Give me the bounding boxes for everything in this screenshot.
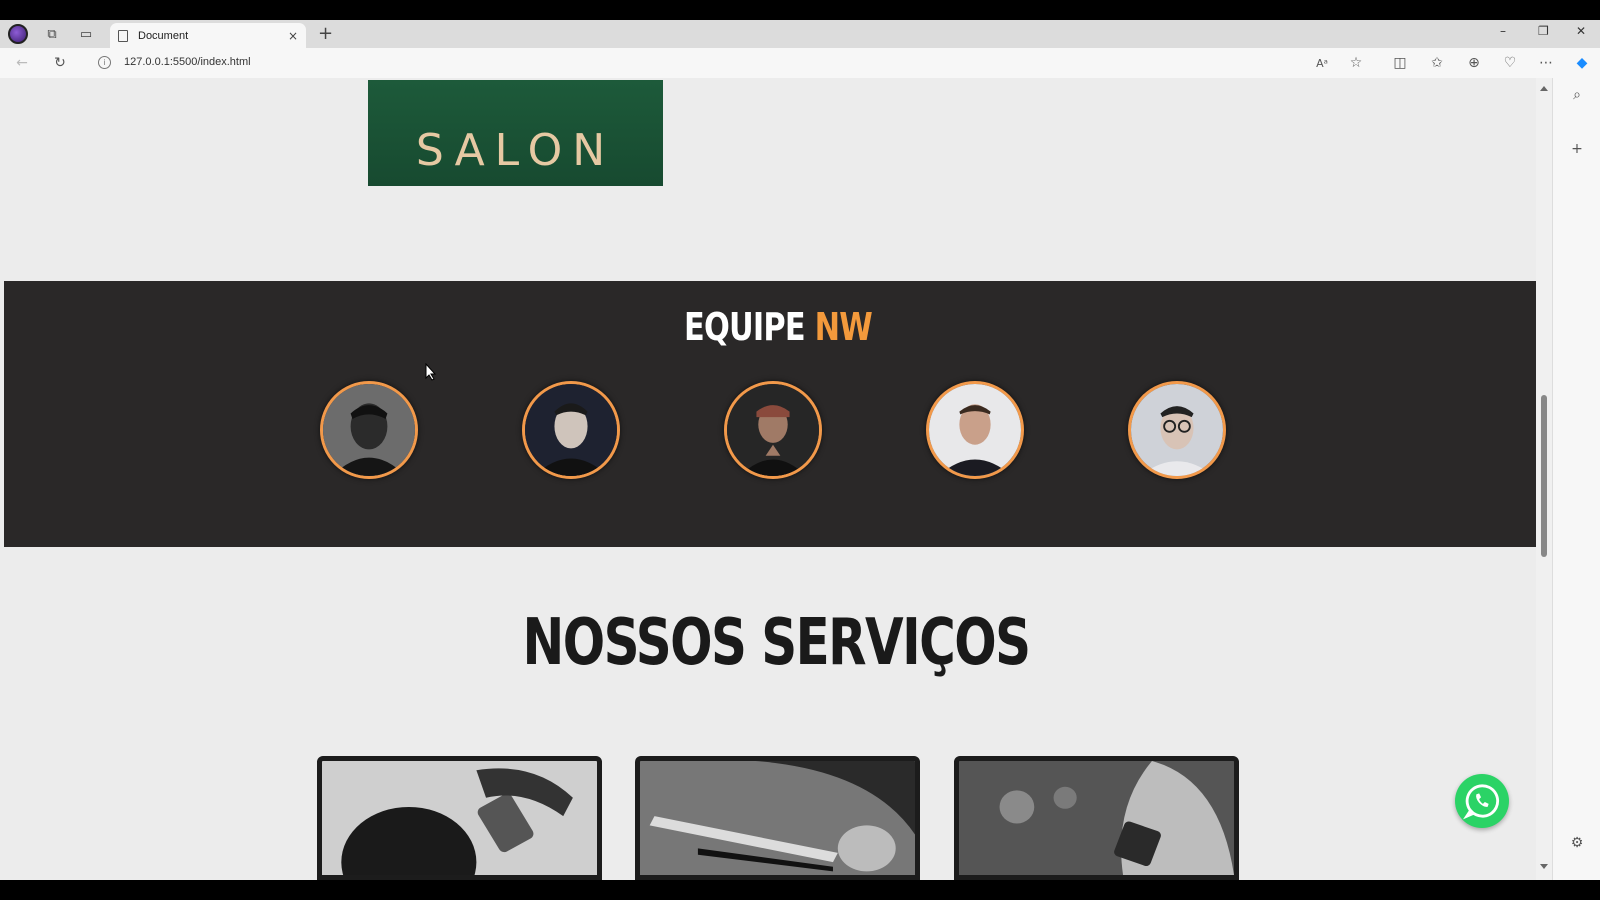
page-scrollbar[interactable]	[1536, 78, 1552, 880]
split-screen-icon[interactable]: ◫	[1390, 54, 1410, 72]
more-menu-icon[interactable]: ⋯	[1536, 54, 1556, 72]
address-bar[interactable]: 127.0.0.1:5500/index.html	[124, 56, 251, 68]
sidebar-add-icon[interactable]: +	[1567, 140, 1587, 158]
scrollbar-thumb[interactable]	[1541, 395, 1547, 557]
browser-essentials-icon[interactable]: ♡	[1500, 54, 1520, 72]
sidebar-settings-icon[interactable]: ⚙	[1567, 834, 1587, 852]
close-window-button[interactable]: ✕	[1576, 24, 1586, 38]
service-card[interactable]	[954, 756, 1239, 880]
site-info-icon[interactable]: i	[98, 56, 111, 69]
back-icon[interactable]: ←	[12, 54, 32, 72]
service-card[interactable]	[317, 756, 602, 880]
tab-title: Document	[138, 29, 189, 42]
favorites-icon[interactable]: ✩	[1427, 54, 1447, 72]
collections-icon[interactable]: ⊕	[1464, 54, 1484, 72]
minimize-button[interactable]: –	[1500, 24, 1506, 38]
read-aloud-icon[interactable]: Aᵃ	[1312, 54, 1332, 72]
team-member-avatar[interactable]	[926, 381, 1024, 479]
services-title: NOSSOS SERVIÇOS	[522, 606, 1032, 680]
team-member-avatar[interactable]	[320, 381, 418, 479]
sidebar-search-icon[interactable]: ⌕	[1567, 86, 1587, 104]
tab-strip: ⧉ ▭ Document × + – ❐ ✕	[0, 20, 1600, 48]
navigation-bar: ← ↻ i 127.0.0.1:5500/index.html Aᵃ ☆ ◫ ✩…	[0, 48, 1600, 78]
team-section: EQUIPE NW	[4, 281, 1552, 547]
whatsapp-icon	[1463, 784, 1500, 820]
restore-button[interactable]: ❐	[1538, 24, 1549, 38]
bottom-letterbox	[0, 880, 1600, 900]
salon-banner-text: SALON	[415, 125, 616, 176]
service-card[interactable]	[635, 756, 920, 880]
new-tab-button[interactable]: +	[318, 23, 333, 44]
whatsapp-button[interactable]	[1455, 774, 1509, 828]
tab-actions-icon[interactable]: ▭	[76, 24, 96, 44]
browser-sidebar: ⌕ + ⚙	[1552, 78, 1600, 880]
team-member-avatar[interactable]	[1128, 381, 1226, 479]
document-icon	[118, 29, 128, 42]
refresh-icon[interactable]: ↻	[50, 54, 70, 72]
salon-banner: SALON	[368, 80, 663, 186]
workspaces-icon[interactable]: ⧉	[42, 24, 62, 44]
favorite-star-icon[interactable]: ☆	[1346, 54, 1366, 72]
team-member-avatar[interactable]	[522, 381, 620, 479]
copilot-icon[interactable]: ◆	[1572, 54, 1592, 72]
browser-tab[interactable]: Document ×	[110, 23, 306, 48]
team-title-accent: NW	[814, 305, 873, 349]
top-letterbox	[0, 0, 1600, 20]
profile-avatar-icon[interactable]	[8, 24, 28, 44]
team-title: EQUIPE NW	[159, 305, 1397, 349]
close-tab-icon[interactable]: ×	[288, 29, 298, 43]
team-title-main: EQUIPE	[683, 305, 815, 349]
team-member-avatar[interactable]	[724, 381, 822, 479]
page-viewport: SALON EQUIPE NW NOSSOS SERVIÇOS	[0, 78, 1552, 880]
